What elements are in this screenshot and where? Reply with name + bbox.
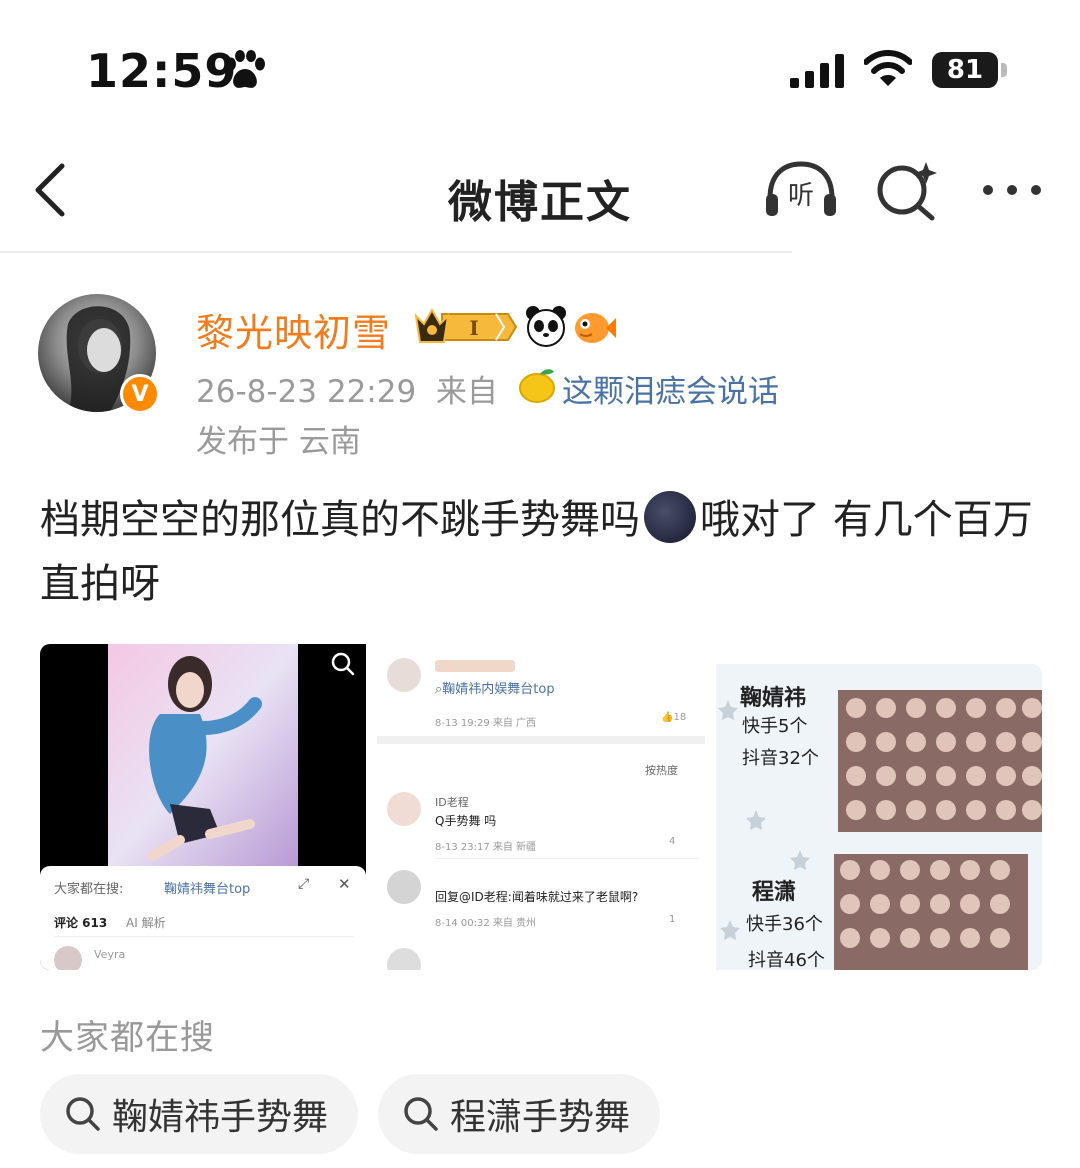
img3-name1-line3: 抖音32个 — [742, 748, 819, 769]
img2-c1-text: Q手势舞 吗 — [435, 814, 497, 828]
img2-c1-likes: 4 — [669, 836, 676, 847]
status-time: 12:59 — [86, 44, 238, 98]
panda-icon — [526, 306, 566, 347]
trending-chip-1-label: 鞠婧祎手势舞 — [112, 1097, 329, 1138]
img2-c2-avatar — [387, 870, 421, 904]
img1-expand-icon: ⤢ — [298, 876, 310, 892]
battery-indicator: 81 — [932, 52, 1010, 90]
img2-c1-user: ID老程 — [435, 796, 469, 809]
post-image-3[interactable]: 鞠婧祎 快手5个 抖音32个 程潇 快手36个 抖音46个 — [716, 664, 1042, 970]
nav-divider — [0, 251, 792, 253]
img2-row1-likes: 18 — [673, 712, 687, 723]
trending-chip-2[interactable]: 程潇手势舞 — [378, 1074, 661, 1154]
source-link[interactable]: 这颗泪痣会说话 — [562, 366, 779, 411]
img1-commenter: Veyra — [94, 948, 126, 961]
listen-headphones-icon[interactable]: 听 — [762, 158, 840, 222]
listen-label: 听 — [788, 181, 814, 211]
img2-sort-label: 按热度 — [645, 764, 678, 777]
trending-title: 大家都在搜 — [40, 1018, 215, 1058]
search-icon — [404, 1097, 438, 1131]
username[interactable]: 黎光映初雪 — [196, 302, 391, 357]
more-options-icon[interactable] — [980, 170, 1044, 210]
img1-tab-ai: AI 解析 — [126, 916, 166, 930]
img3-name1: 鞠婧祎 — [740, 686, 807, 711]
img2-blurred-name — [435, 660, 515, 672]
post-image-1[interactable]: 大家都在搜: 鞠婧祎舞台top ⤢ ✕ 评论 613 AI 解析 Veyra — [40, 644, 366, 970]
img2-like-icon: 👍 — [661, 712, 674, 723]
new-moon-face-icon — [644, 491, 696, 543]
level-crown-badge-icon: I — [414, 307, 518, 343]
img1-tab-comments: 评论 613 — [54, 916, 108, 930]
img1-search-query: 鞠婧祎舞台top — [164, 882, 251, 897]
img2-c2-likes: 1 — [669, 914, 676, 925]
img2-c2-text: 回复@ID老程:闻着味就过来了老鼠啊? — [435, 890, 639, 904]
puffer-fish-icon — [575, 313, 616, 343]
img2-c1-avatar — [387, 792, 421, 826]
lemon-icon — [519, 369, 555, 403]
img2-c1-meta: 8-13 23:17 来自 新疆 — [435, 842, 537, 853]
page-title: 微博正文 — [448, 177, 632, 228]
img1-search-label: 大家都在搜: — [54, 882, 124, 897]
source-prefix: 来自 — [435, 374, 498, 410]
post-image-2[interactable]: ⌕鞠婧祎内娱舞台top 8-13 19:29 来自 广西 👍18 按热度 ID老… — [377, 644, 705, 970]
img3-name2-line2: 快手36个 — [746, 914, 823, 935]
post-text-part1: 档期空空的那位真的不跳手势舞吗 — [40, 497, 640, 543]
wifi-icon — [864, 50, 912, 86]
img2-row1-meta: 8-13 19:29 来自 广西 — [435, 718, 537, 729]
post-text: 档期空空的那位真的不跳手势舞吗 哦对了 有几个百万直拍呀 — [40, 488, 1050, 616]
img3-name2: 程潇 — [752, 880, 797, 905]
img1-close-icon: ✕ — [338, 875, 351, 893]
post-meta: 26-8-23 22:29 来自 — [196, 366, 498, 411]
img2-avatar — [387, 658, 421, 692]
level-badge-text: I — [469, 316, 478, 340]
img2-query: 鞠婧祎内娱舞台top — [442, 682, 555, 697]
img3-name1-line2: 快手5个 — [742, 716, 808, 737]
verified-badge: V — [120, 374, 160, 414]
paw-icon — [226, 50, 265, 88]
img1-commenter-avatar — [54, 946, 82, 970]
img3-name2-line3: 抖音46个 — [748, 950, 825, 970]
back-arrow-icon[interactable] — [30, 162, 70, 218]
search-sparkle-icon[interactable] — [874, 158, 940, 222]
img2-c2-meta: 8-14 00:32 来自 贵州 — [435, 918, 537, 929]
post-timestamp: 26-8-23 22:29 — [196, 374, 417, 410]
signal-icon — [790, 54, 844, 88]
search-icon — [66, 1097, 100, 1131]
post-location: 发布于 云南 — [196, 424, 361, 460]
battery-level: 81 — [932, 52, 998, 88]
trending-chip-2-label: 程潇手势舞 — [450, 1097, 631, 1138]
trending-chip-1[interactable]: 鞠婧祎手势舞 — [40, 1074, 359, 1154]
